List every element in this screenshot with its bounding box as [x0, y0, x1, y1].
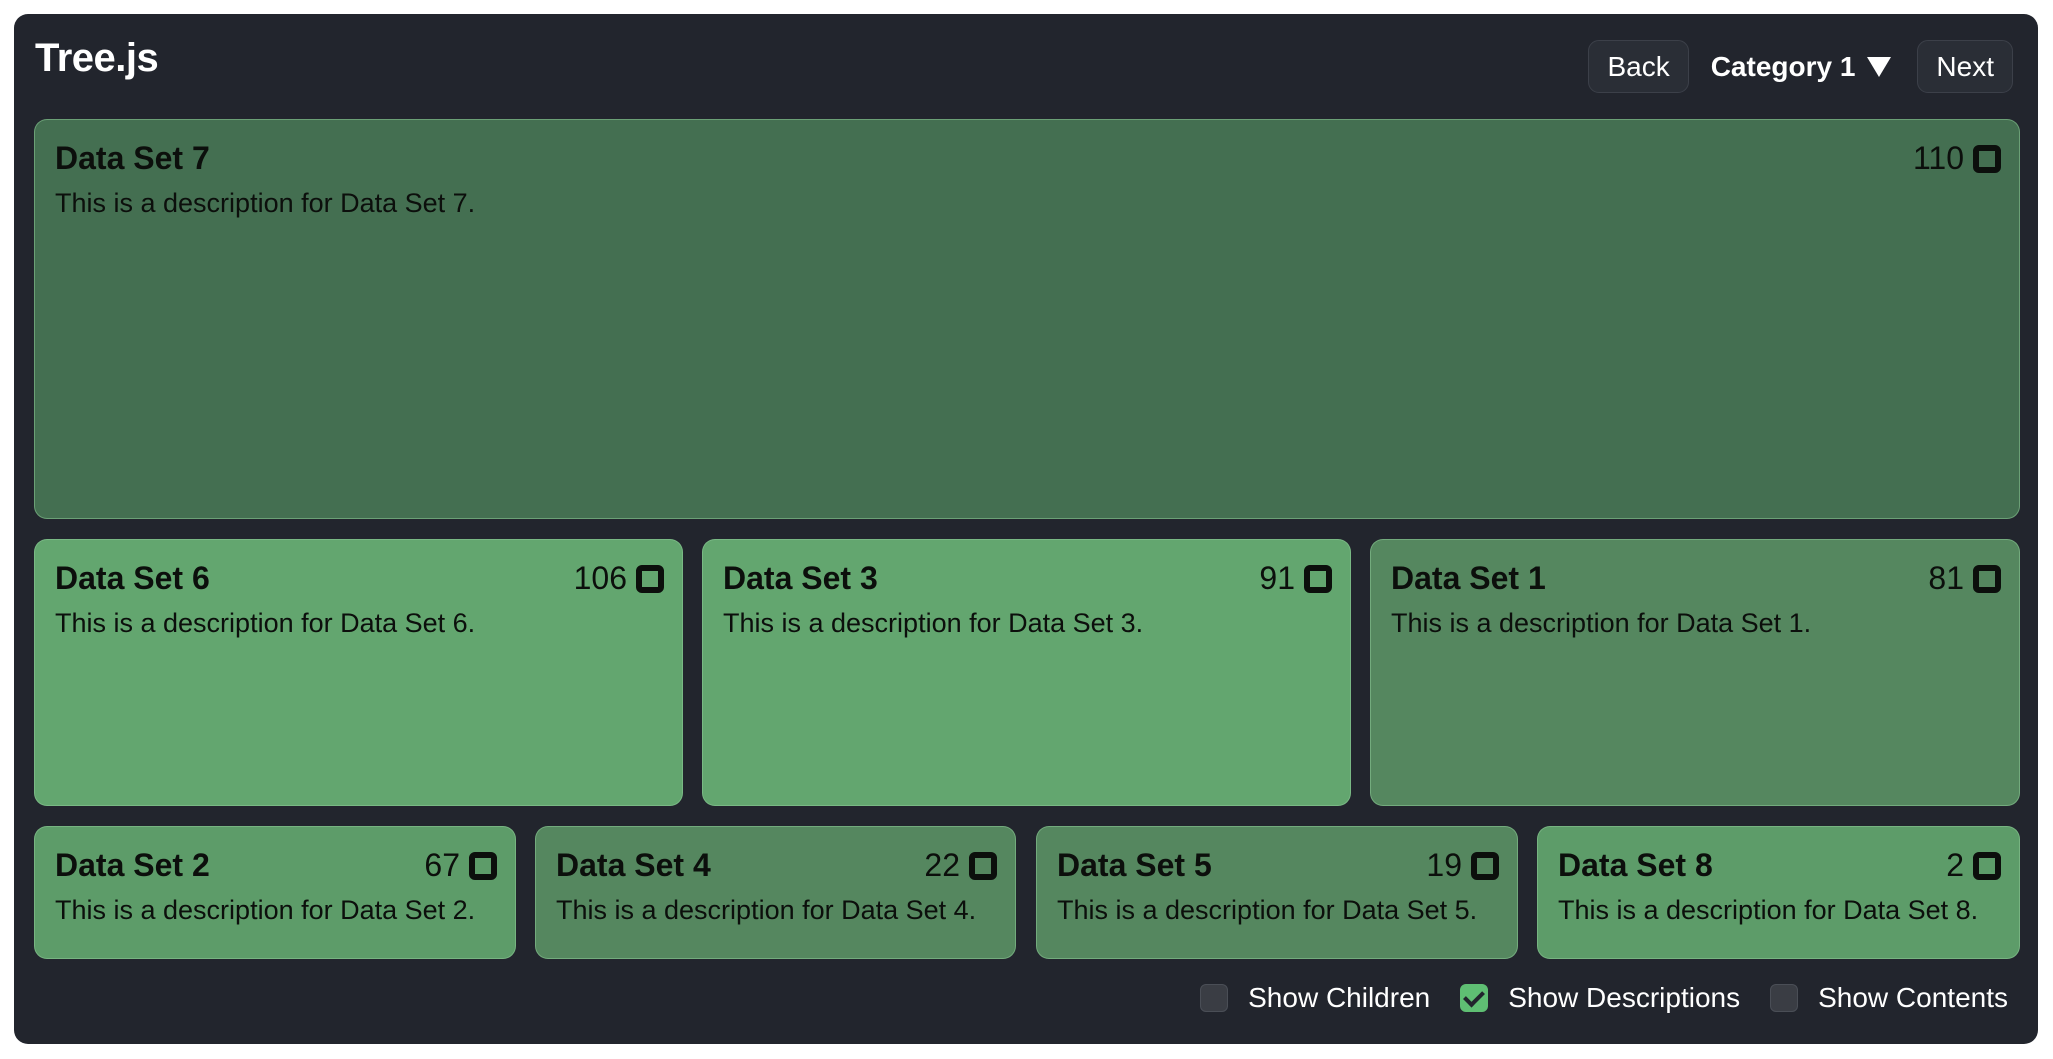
show-descriptions-option[interactable]: Show Descriptions	[1460, 982, 1740, 1014]
navigation: Back Category 1 Next	[1588, 40, 2013, 93]
tile-title: Data Set 5	[1057, 847, 1212, 883]
tile-description: This is a description for Data Set 6.	[55, 608, 476, 638]
tile-title: Data Set 8	[1558, 847, 1713, 883]
square-icon	[636, 564, 664, 593]
square-icon	[969, 851, 997, 880]
tile-data-set-7[interactable]: Data Set 7 110 This is a description for…	[34, 119, 2020, 519]
tile-description: This is a description for Data Set 7.	[55, 188, 476, 218]
tile-data-set-5[interactable]: Data Set 5 19 This is a description for …	[1036, 826, 1518, 959]
tile-description: This is a description for Data Set 2.	[55, 895, 476, 925]
tile-description: This is a description for Data Set 8.	[1558, 895, 1979, 925]
tile-count-value: 19	[1426, 847, 1462, 883]
back-button[interactable]: Back	[1588, 40, 1689, 93]
tile-count-value: 2	[1946, 847, 1964, 883]
app-title: Tree.js	[35, 36, 159, 80]
square-icon	[1973, 851, 2001, 880]
tile-title: Data Set 2	[55, 847, 210, 883]
header: Tree.js Back Category 1 Next	[14, 14, 2038, 119]
show-children-label: Show Children	[1248, 982, 1431, 1013]
tile-title: Data Set 7	[55, 140, 210, 176]
show-descriptions-checkbox[interactable]	[1460, 984, 1489, 1012]
tile-data-set-4[interactable]: Data Set 4 22 This is a description for …	[535, 826, 1016, 959]
tile-title: Data Set 6	[55, 560, 210, 596]
tile-data-set-2[interactable]: Data Set 2 67 This is a description for …	[34, 826, 516, 959]
tile-title: Data Set 1	[1391, 560, 1546, 596]
caret-down-icon	[1867, 56, 1892, 77]
tile-title: Data Set 4	[556, 847, 711, 883]
tile-count-value: 91	[1259, 560, 1295, 596]
show-contents-checkbox[interactable]	[1770, 984, 1799, 1012]
square-icon	[1471, 851, 1499, 880]
tile-count: 2	[1946, 847, 2001, 884]
checkmark-icon	[1463, 985, 1486, 1007]
square-icon	[1973, 144, 2001, 173]
view-options: Show Children Show Descriptions Show Con…	[1200, 982, 2008, 1014]
tile-count-value: 81	[1928, 560, 1964, 596]
tile-description: This is a description for Data Set 5.	[1057, 895, 1478, 925]
tile-count: 91	[1259, 560, 1332, 597]
tile-data-set-1[interactable]: Data Set 1 81 This is a description for …	[1370, 539, 2020, 806]
tile-description: This is a description for Data Set 4.	[556, 895, 977, 925]
tile-data-set-8[interactable]: Data Set 8 2 This is a description for D…	[1537, 826, 2020, 959]
show-contents-label: Show Contents	[1818, 982, 2008, 1013]
tile-count: 106	[574, 560, 664, 597]
show-children-checkbox[interactable]	[1200, 984, 1229, 1012]
tile-count-value: 110	[1912, 140, 1964, 176]
square-icon	[1304, 564, 1332, 593]
tile-data-set-3[interactable]: Data Set 3 91 This is a description for …	[702, 539, 1351, 806]
square-icon	[469, 851, 497, 880]
app-window: Tree.js Back Category 1 Next Data Set 7 …	[14, 14, 2038, 1044]
square-icon	[1973, 564, 2001, 593]
tile-count: 19	[1426, 847, 1499, 884]
tile-count: 22	[924, 847, 997, 884]
tile-count: 110	[1913, 140, 2001, 177]
tile-count: 81	[1928, 560, 2001, 597]
tile-count-value: 67	[424, 847, 460, 883]
tile-title: Data Set 3	[723, 560, 878, 596]
next-button[interactable]: Next	[1917, 40, 2013, 93]
category-label: Category 1	[1710, 50, 1856, 82]
tile-description: This is a description for Data Set 1.	[1391, 608, 1812, 638]
tile-description: This is a description for Data Set 3.	[723, 608, 1144, 638]
show-contents-option[interactable]: Show Contents	[1770, 982, 2008, 1014]
tile-data-set-6[interactable]: Data Set 6 106 This is a description for…	[34, 539, 683, 806]
tile-count-value: 106	[573, 560, 627, 596]
show-descriptions-label: Show Descriptions	[1508, 982, 1741, 1013]
tile-count-value: 22	[924, 847, 960, 883]
category-dropdown[interactable]: Category 1	[1711, 51, 1896, 83]
tile-count: 67	[424, 847, 497, 884]
show-children-option[interactable]: Show Children	[1200, 982, 1430, 1014]
